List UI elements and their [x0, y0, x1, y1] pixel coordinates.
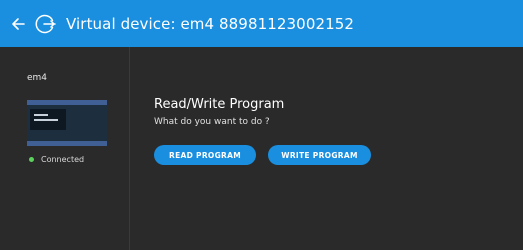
thumbnail-line — [34, 119, 58, 121]
title-bar: Virtual device: em4 88981123002152 — [0, 0, 523, 47]
back-button[interactable] — [3, 0, 33, 47]
thumbnail-bottom-strip — [27, 141, 107, 146]
device-thumbnail[interactable] — [27, 100, 107, 146]
device-name-label: em4 — [27, 73, 48, 83]
thumbnail-top-strip — [27, 100, 107, 105]
write-program-button[interactable]: WRITE PROGRAM — [268, 145, 371, 165]
device-connection-icon — [34, 12, 58, 36]
status-text: Connected — [41, 155, 85, 164]
connection-status: Connected — [29, 155, 84, 164]
window-title: Virtual device: em4 88981123002152 — [66, 14, 355, 33]
arrow-left-icon — [12, 17, 25, 30]
device-sidebar: em4 Connected — [0, 47, 130, 250]
read-program-button[interactable]: READ PROGRAM — [154, 145, 256, 165]
thumbnail-screen — [30, 109, 66, 130]
page-title: Read/Write Program — [154, 97, 285, 112]
page-subtitle: What do you want to do ? — [154, 117, 270, 127]
thumbnail-line — [34, 114, 48, 116]
status-dot-icon — [29, 157, 34, 162]
